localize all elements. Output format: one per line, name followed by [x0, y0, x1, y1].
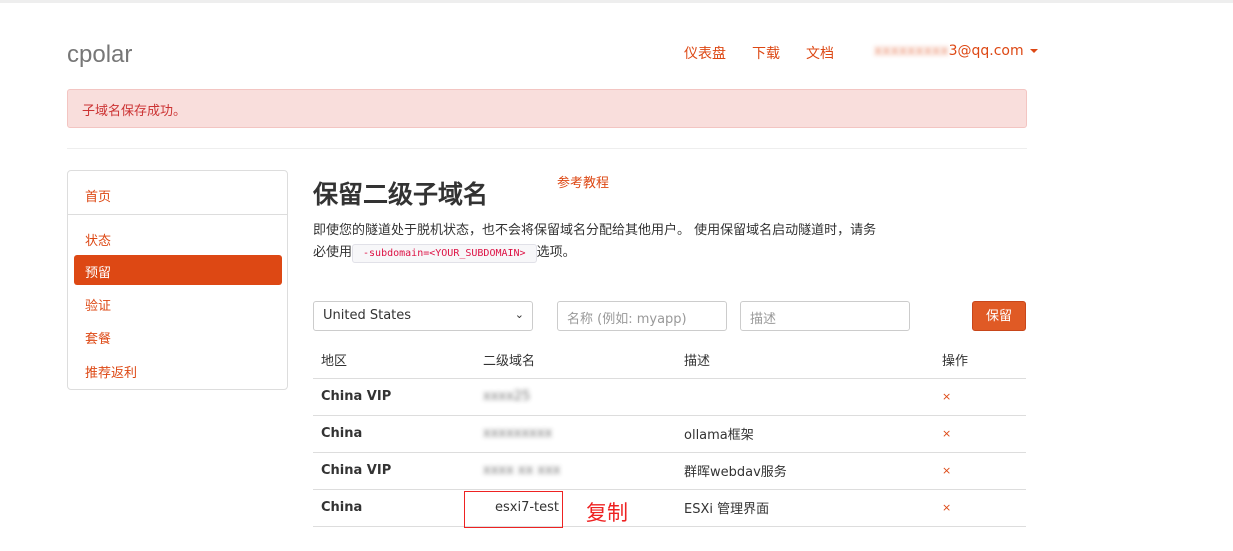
name-input[interactable]: 名称 (例如: myapp) [557, 301, 727, 331]
logo[interactable]: cpolar [67, 41, 132, 69]
region: China [313, 415, 475, 453]
reserved-domains-table: 地区 二级域名 描述 操作 China VIP xxxx25 × China xxxx… [313, 341, 1026, 527]
table-row: China esxi7-test ESXi 管理界面 × [313, 489, 1026, 527]
top-nav: 仪表盘 下载 文档 xxxxxxxxx3@qq.com [684, 43, 1038, 63]
col-subdomain: 二级域名 [475, 341, 676, 379]
desc-text-end: 选项。 [536, 245, 576, 260]
col-region: 地区 [313, 341, 475, 379]
sidebar-item-plan[interactable]: 套餐 [74, 321, 282, 351]
reference-link[interactable]: 参考教程 [557, 172, 609, 191]
region: China [313, 489, 475, 527]
delete-icon[interactable]: × [934, 452, 1026, 490]
page-title: 保留二级子域名 [313, 180, 489, 209]
region-select[interactable]: United States ⌄ [313, 301, 533, 331]
subdomain: xxxx xx xxx [475, 452, 676, 490]
highlight-box [464, 491, 563, 528]
table-row: China xxxxxxxxx ollama框架 × [313, 415, 1026, 453]
col-action: 操作 [934, 341, 1026, 379]
table-row: China VIP xxxx xx xxx 群晖webdav服务 × [313, 452, 1026, 490]
description-input[interactable]: 描述 [740, 301, 910, 331]
description: 群晖webdav服务 [676, 452, 934, 490]
reserve-button[interactable]: 保留 [972, 301, 1026, 331]
nav-download[interactable]: 下载 [752, 43, 780, 63]
col-description: 描述 [676, 341, 934, 379]
nav-dashboard[interactable]: 仪表盘 [684, 43, 726, 63]
description: ollama框架 [676, 415, 934, 453]
subdomain: xxxxxxxxx [475, 415, 676, 453]
table-row: China VIP xxxx25 × [313, 378, 1026, 416]
region: China VIP [313, 378, 475, 416]
copy-annotation: 复制 [586, 501, 628, 525]
chevron-down-icon: ⌄ [514, 308, 524, 321]
subdomain: xxxx25 [475, 378, 676, 416]
caret-down-icon [1029, 49, 1038, 53]
delete-icon[interactable]: × [934, 415, 1026, 453]
description: 即使您的隧道处于脱机状态，也不会将保留域名分配给其他用户。 使用保留域名启动隧道… [313, 220, 883, 265]
description: ESXi 管理界面 [676, 489, 934, 527]
sidebar: 首页 状态 预留 验证 套餐 推荐返利 [67, 170, 288, 390]
sidebar-item-verify[interactable]: 验证 [74, 288, 282, 318]
email-suffix: 3@qq.com [948, 43, 1024, 59]
region: China VIP [313, 452, 475, 490]
sidebar-divider [68, 214, 287, 215]
user-menu[interactable]: xxxxxxxxx3@qq.com [874, 43, 1038, 63]
sidebar-item-home[interactable]: 首页 [74, 179, 282, 209]
nav-docs[interactable]: 文档 [806, 43, 834, 63]
delete-icon[interactable]: × [934, 489, 1026, 527]
description [676, 378, 934, 416]
success-alert: 子域名保存成功。 [67, 89, 1027, 128]
sidebar-item-referral[interactable]: 推荐返利 [74, 355, 282, 385]
subdomain-code: -subdomain=<YOUR_SUBDOMAIN> [352, 244, 537, 263]
region-value: United States [323, 308, 412, 323]
sidebar-item-status[interactable]: 状态 [74, 223, 282, 253]
sidebar-item-reserve[interactable]: 预留 [74, 255, 282, 285]
divider [67, 148, 1027, 149]
delete-icon[interactable]: × [934, 378, 1026, 416]
email-blurred: xxxxxxxxx [874, 43, 949, 59]
